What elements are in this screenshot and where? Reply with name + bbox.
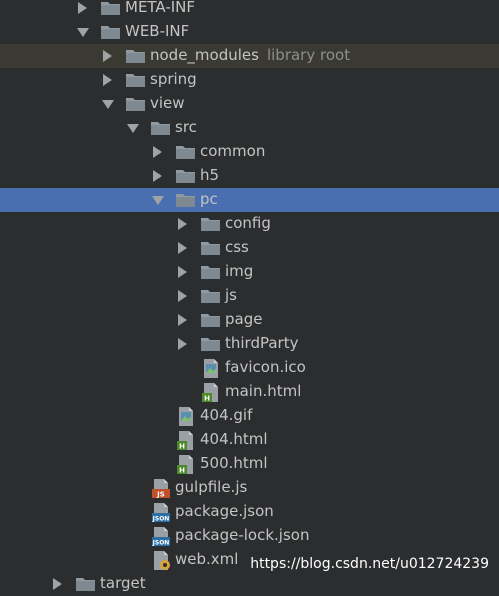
image-file-icon xyxy=(177,407,195,426)
tree-item-label: WEB-INF xyxy=(125,22,190,40)
tree-row[interactable]: view xyxy=(0,92,499,116)
chevron-right-icon[interactable] xyxy=(178,266,187,278)
tree-row[interactable]: JS gulpfile.js xyxy=(0,476,499,500)
tree-row[interactable]: target xyxy=(0,572,499,596)
tree-item-label: package-lock.json xyxy=(175,526,310,544)
tree-row[interactable]: config xyxy=(0,212,499,236)
tree-row[interactable]: h5 xyxy=(0,164,499,188)
json-file-icon: JSON xyxy=(152,503,170,522)
svg-text:H: H xyxy=(179,443,185,451)
chevron-right-icon[interactable] xyxy=(103,50,112,62)
html-file-icon: H xyxy=(177,431,195,450)
chevron-down-icon[interactable] xyxy=(102,100,114,109)
tree-item-label: node_modules library root xyxy=(150,46,351,64)
tree-item-label: css xyxy=(225,238,249,256)
folder-icon xyxy=(101,25,120,39)
tree-row[interactable]: node_modules library root xyxy=(0,44,499,68)
folder-icon xyxy=(201,217,220,231)
tree-row[interactable]: src xyxy=(0,116,499,140)
chevron-right-icon[interactable] xyxy=(178,290,187,302)
folder-icon xyxy=(126,97,145,111)
svg-text:JS: JS xyxy=(156,491,165,499)
folder-icon xyxy=(176,169,195,183)
watermark-text: https://blog.csdn.net/u012724239 xyxy=(250,556,489,572)
tree-item-label: pc xyxy=(200,190,218,208)
folder-icon xyxy=(201,289,220,303)
tree-row[interactable]: thirdParty xyxy=(0,332,499,356)
svg-text:JSON: JSON xyxy=(152,540,169,547)
chevron-right-icon[interactable] xyxy=(153,146,162,158)
folder-icon xyxy=(101,1,120,15)
tree-row[interactable]: img xyxy=(0,260,499,284)
folder-icon xyxy=(151,121,170,135)
tree-item-label: h5 xyxy=(200,166,220,184)
tree-row[interactable]: H 500.html xyxy=(0,452,499,476)
tree-row[interactable]: JSON package.json xyxy=(0,500,499,524)
tree-item-label: spring xyxy=(150,70,197,88)
chevron-right-icon[interactable] xyxy=(178,314,187,326)
svg-text:H: H xyxy=(204,395,210,403)
xml-file-icon xyxy=(152,551,170,570)
folder-icon xyxy=(201,265,220,279)
html-file-icon: H xyxy=(202,383,220,402)
project-tree: META-INF WEB-INF node_modules library root s… xyxy=(0,0,499,592)
folder-icon xyxy=(76,577,95,591)
tree-item-label: package.json xyxy=(175,502,274,520)
folder-icon xyxy=(126,49,145,63)
tree-item-label: src xyxy=(175,118,197,136)
chevron-right-icon[interactable] xyxy=(153,170,162,182)
tree-item-label: target xyxy=(100,574,146,592)
chevron-down-icon[interactable] xyxy=(77,28,89,37)
tree-row[interactable]: js xyxy=(0,284,499,308)
image-file-icon xyxy=(202,359,220,378)
tree-item-label: view xyxy=(150,94,185,112)
tree-item-label: common xyxy=(200,142,266,160)
tree-row[interactable]: css xyxy=(0,236,499,260)
tree-item-label: META-INF xyxy=(125,0,196,16)
chevron-right-icon[interactable] xyxy=(178,242,187,254)
library-root-hint: library root xyxy=(266,46,351,64)
tree-row[interactable]: WEB-INF xyxy=(0,20,499,44)
folder-icon xyxy=(176,193,195,207)
tree-row[interactable]: common xyxy=(0,140,499,164)
chevron-right-icon[interactable] xyxy=(78,2,87,14)
tree-item-label: js xyxy=(225,286,237,304)
tree-item-label: main.html xyxy=(225,382,302,400)
tree-item-label: 500.html xyxy=(200,454,268,472)
chevron-down-icon[interactable] xyxy=(152,196,164,205)
tree-row[interactable]: page xyxy=(0,308,499,332)
chevron-right-icon[interactable] xyxy=(53,578,62,590)
tree-row[interactable]: H 404.html xyxy=(0,428,499,452)
tree-item-label: config xyxy=(225,214,271,232)
tree-row[interactable]: META-INF xyxy=(0,0,499,20)
folder-icon xyxy=(201,241,220,255)
tree-row[interactable]: Hmain.html xyxy=(0,380,499,404)
tree-item-label: img xyxy=(225,262,254,280)
tree-row[interactable]: 404.gif xyxy=(0,404,499,428)
tree-item-label: page xyxy=(225,310,263,328)
chevron-down-icon[interactable] xyxy=(127,124,139,133)
svg-text:JSON: JSON xyxy=(152,516,169,523)
tree-item-label: 404.gif xyxy=(200,406,253,424)
folder-icon xyxy=(126,73,145,87)
tree-item-label: favicon.ico xyxy=(225,358,306,376)
tree-row[interactable]: pc xyxy=(0,188,499,212)
tree-item-label: web.xml xyxy=(175,550,239,568)
folder-icon xyxy=(176,145,195,159)
chevron-right-icon[interactable] xyxy=(103,74,112,86)
tree-row[interactable]: favicon.ico xyxy=(0,356,499,380)
tree-row[interactable]: spring xyxy=(0,68,499,92)
folder-icon xyxy=(201,337,220,351)
svg-text:H: H xyxy=(179,467,185,475)
tree-item-label: gulpfile.js xyxy=(175,478,248,496)
chevron-right-icon[interactable] xyxy=(178,218,187,230)
js-file-icon: JS xyxy=(152,479,170,498)
tree-row[interactable]: JSON package-lock.json xyxy=(0,524,499,548)
tree-item-label: 404.html xyxy=(200,430,268,448)
folder-icon xyxy=(201,313,220,327)
json-file-icon: JSON xyxy=(152,527,170,546)
html-file-icon: H xyxy=(177,455,195,474)
chevron-right-icon[interactable] xyxy=(178,338,187,350)
tree-item-label: thirdParty xyxy=(225,334,299,352)
